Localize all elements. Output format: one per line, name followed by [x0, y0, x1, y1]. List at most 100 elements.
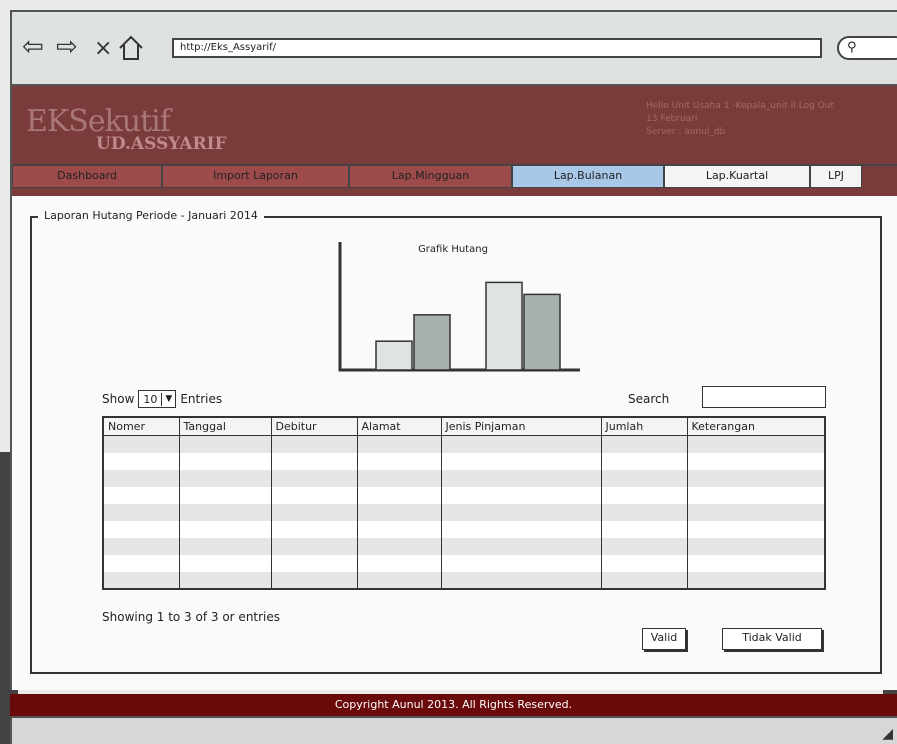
- browser-search[interactable]: ⚲: [837, 36, 897, 60]
- resize-handle-icon[interactable]: ◢: [882, 726, 893, 742]
- table-cell: [103, 452, 180, 470]
- report-legend: Laporan Hutang Periode - Januari 2014: [38, 209, 264, 222]
- tidak-valid-button[interactable]: Tidak Valid: [722, 628, 822, 650]
- table-cell: [179, 469, 272, 487]
- tab-lpj[interactable]: LPJ: [810, 166, 862, 188]
- table-cell: [441, 452, 602, 470]
- table-cell: [601, 486, 688, 504]
- table-cell: [357, 435, 442, 453]
- table-cell: [271, 452, 358, 470]
- table-cell: [687, 571, 826, 589]
- col-debitur[interactable]: Debitur: [271, 417, 358, 436]
- table-row[interactable]: [103, 520, 826, 538]
- main-nav: Dashboard Import Laporan Lap.Mingguan La…: [12, 164, 897, 188]
- tab-lap-bulanan[interactable]: Lap.Bulanan: [512, 166, 664, 188]
- table-cell: [179, 503, 272, 521]
- browser-chrome: ⇦ ⇨ × http://Eks_Assyarif/ ⚲: [10, 10, 897, 86]
- table-cell: [103, 435, 180, 453]
- table-cell: [357, 520, 442, 538]
- table-cell: [687, 503, 826, 521]
- home-icon[interactable]: [117, 34, 145, 62]
- forward-arrow-icon[interactable]: ⇨: [56, 34, 78, 60]
- app-header: EKSekutif UD.ASSYARIF Hello Unit Usaha 1…: [10, 86, 897, 196]
- table-cell: [179, 537, 272, 555]
- user-line[interactable]: Hello Unit Usaha 1 -Kepala_unit II Log O…: [646, 100, 834, 113]
- chart-bar: [523, 293, 561, 371]
- table-cell: [179, 452, 272, 470]
- chart-bar: [485, 281, 523, 371]
- table-cell: [601, 503, 688, 521]
- table-cell: [441, 503, 602, 521]
- server-line: Server : aunul_db: [646, 127, 726, 137]
- dropdown-arrow-icon: ▼: [165, 394, 173, 404]
- table-cell: [601, 469, 688, 487]
- show-entries: Show 10 ▼ Entries: [102, 390, 222, 408]
- table-cell: [271, 520, 358, 538]
- table-cell: [179, 554, 272, 572]
- main-content: Laporan Hutang Periode - Januari 2014 Gr…: [10, 196, 897, 690]
- table-cell: [271, 486, 358, 504]
- table-cell: [441, 537, 602, 555]
- tab-lap-mingguan[interactable]: Lap.Mingguan: [349, 166, 512, 188]
- table-cell: [601, 571, 688, 589]
- stop-icon[interactable]: ×: [94, 36, 112, 62]
- entries-label: Entries: [180, 392, 223, 406]
- col-alamat[interactable]: Alamat: [357, 417, 442, 436]
- table-cell: [601, 537, 688, 555]
- table-cell: [687, 520, 826, 538]
- table-row[interactable]: [103, 486, 826, 504]
- table-cell: [179, 435, 272, 453]
- table-cell: [179, 520, 272, 538]
- table-cell: [601, 435, 688, 453]
- tab-lap-kuartal[interactable]: Lap.Kuartal: [664, 166, 810, 188]
- table-row[interactable]: [103, 452, 826, 470]
- table-cell: [103, 571, 180, 589]
- url-bar[interactable]: http://Eks_Assyarif/: [172, 38, 822, 58]
- col-nomer[interactable]: Nomer: [103, 417, 180, 436]
- col-keterangan[interactable]: Keterangan: [687, 417, 826, 436]
- table-cell: [103, 554, 180, 572]
- user-info: Hello Unit Usaha 1 -Kepala_unit II Log O…: [646, 100, 834, 139]
- table-cell: [357, 571, 442, 589]
- table-row[interactable]: [103, 571, 826, 589]
- table-cell: [601, 520, 688, 538]
- footer: Copyright Aunul 2013. All Rights Reserve…: [10, 694, 897, 716]
- table-cell: [687, 537, 826, 555]
- copyright-text: Copyright Aunul 2013. All Rights Reserve…: [334, 698, 573, 711]
- table-cell: [103, 486, 180, 504]
- table-cell: [687, 452, 826, 470]
- show-label: Show: [102, 392, 135, 406]
- tab-import-laporan[interactable]: Import Laporan: [162, 166, 349, 188]
- table-cell: [271, 503, 358, 521]
- table-cell: [687, 469, 826, 487]
- table-cell: [271, 554, 358, 572]
- tab-dashboard[interactable]: Dashboard: [12, 166, 162, 188]
- table-row[interactable]: [103, 537, 826, 555]
- valid-button[interactable]: Valid: [642, 628, 686, 650]
- col-jenis-pinjaman[interactable]: Jenis Pinjaman: [441, 417, 602, 436]
- table-row[interactable]: [103, 554, 826, 572]
- chart-svg: [338, 242, 580, 372]
- col-tanggal[interactable]: Tanggal: [179, 417, 272, 436]
- chart-bar: [375, 340, 413, 371]
- table-cell: [357, 486, 442, 504]
- table-row[interactable]: [103, 503, 826, 521]
- search-icon: ⚲: [847, 40, 857, 55]
- debt-chart: Grafik Hutang: [318, 240, 588, 380]
- col-jumlah[interactable]: Jumlah: [601, 417, 688, 436]
- data-table: Nomer Tanggal Debitur Alamat Jenis Pinja…: [102, 416, 826, 590]
- table-cell: [271, 571, 358, 589]
- table-cell: [271, 537, 358, 555]
- table-cell: [441, 435, 602, 453]
- table-row[interactable]: [103, 435, 826, 453]
- search-input[interactable]: [702, 386, 826, 408]
- chart-bar: [413, 314, 451, 371]
- table-cell: [271, 469, 358, 487]
- table-cell: [441, 554, 602, 572]
- table-row[interactable]: [103, 469, 826, 487]
- back-arrow-icon[interactable]: ⇦: [22, 34, 44, 60]
- table-cell: [357, 503, 442, 521]
- entries-select[interactable]: 10 ▼: [138, 390, 177, 408]
- entries-value: 10: [139, 392, 163, 406]
- table-cell: [357, 554, 442, 572]
